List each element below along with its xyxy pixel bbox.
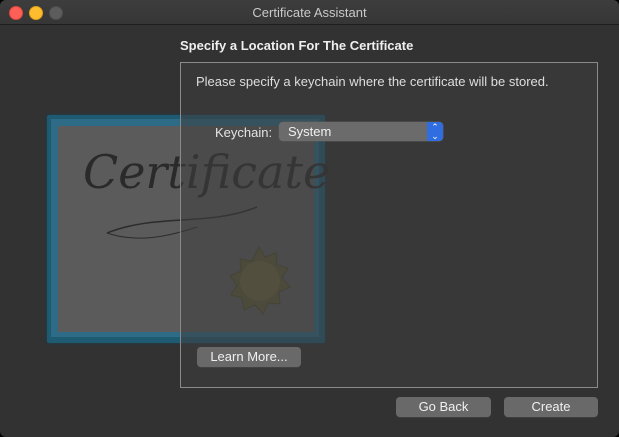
page-heading: Specify a Location For The Certificate bbox=[180, 38, 414, 53]
content-panel bbox=[180, 62, 598, 388]
chevron-up-down-icon[interactable]: ⌃ ⌄ bbox=[427, 122, 443, 141]
learn-more-button[interactable]: Learn More... bbox=[197, 347, 301, 367]
keychain-label: Keychain: bbox=[215, 125, 273, 140]
go-back-button[interactable]: Go Back bbox=[396, 397, 491, 417]
create-button[interactable]: Create bbox=[504, 397, 598, 417]
title-bar[interactable]: Certificate Assistant bbox=[0, 0, 619, 25]
keychain-popup-value: System bbox=[288, 124, 332, 139]
keychain-popup[interactable]: System ⌃ ⌄ bbox=[279, 122, 443, 141]
certificate-assistant-window: Certificate Assistant Certificate Specif… bbox=[0, 0, 619, 437]
instructions-text: Please specify a keychain where the cert… bbox=[196, 74, 549, 89]
window-title: Certificate Assistant bbox=[252, 5, 367, 20]
